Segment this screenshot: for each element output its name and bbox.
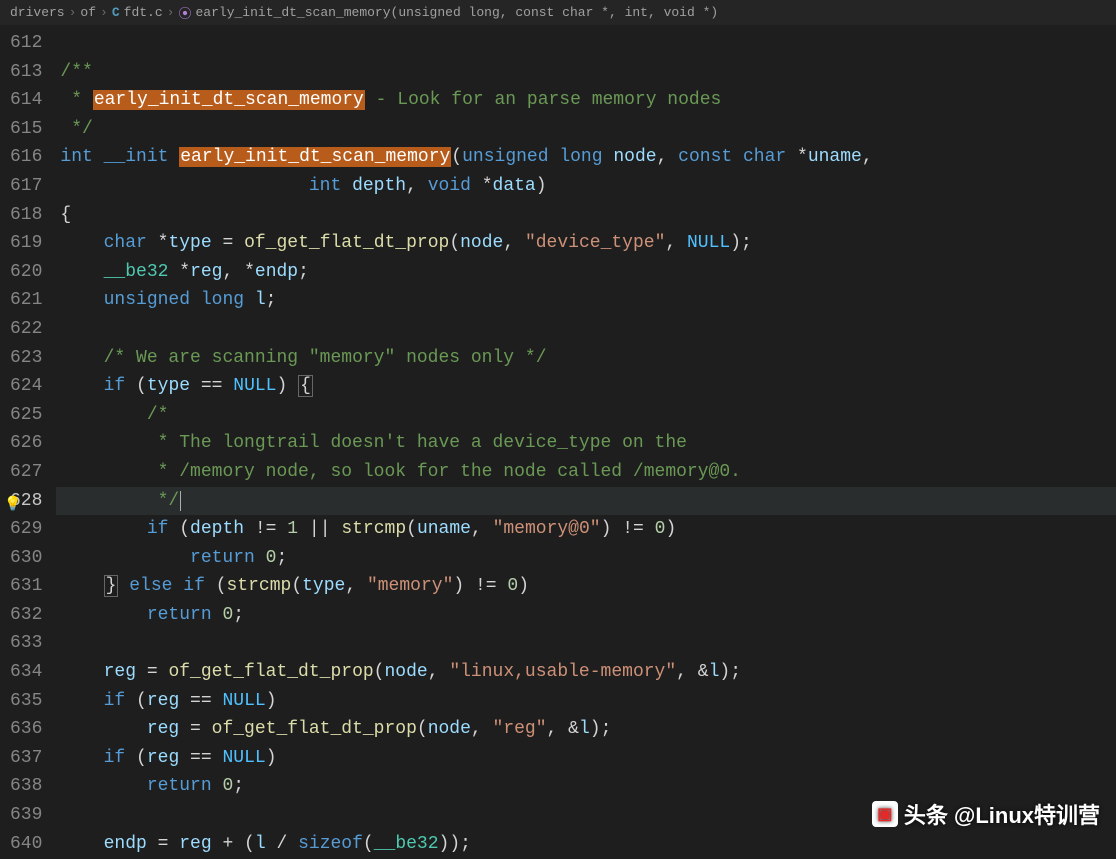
function-icon: ⦿: [178, 3, 191, 22]
breadcrumb-separator: ›: [69, 5, 77, 20]
code-line[interactable]: /**: [56, 58, 1116, 87]
code-line[interactable]: [56, 29, 1116, 58]
code-line[interactable]: [56, 629, 1116, 658]
code-line[interactable]: * The longtrail doesn't have a device_ty…: [56, 429, 1116, 458]
breadcrumb-file[interactable]: fdt.c: [124, 5, 163, 20]
code-line[interactable]: char *type = of_get_flat_dt_prop(node, "…: [56, 229, 1116, 258]
line-number[interactable]: 617: [10, 172, 42, 201]
line-number[interactable]: 621: [10, 286, 42, 315]
line-number[interactable]: 626: [10, 429, 42, 458]
line-number[interactable]: 631: [10, 572, 42, 601]
line-number[interactable]: 633: [10, 629, 42, 658]
code-line[interactable]: * early_init_dt_scan_memory - Look for a…: [56, 86, 1116, 115]
code-line[interactable]: reg = of_get_flat_dt_prop(node, "linux,u…: [56, 658, 1116, 687]
line-number[interactable]: 619: [10, 229, 42, 258]
line-number[interactable]: 624: [10, 372, 42, 401]
code-line[interactable]: reg = of_get_flat_dt_prop(node, "reg", &…: [56, 715, 1116, 744]
code-line[interactable]: int depth, void *data): [56, 172, 1116, 201]
line-number[interactable]: 612: [10, 29, 42, 58]
code-line[interactable]: } else if (strcmp(type, "memory") != 0): [56, 572, 1116, 601]
line-number[interactable]: 634: [10, 658, 42, 687]
line-number[interactable]: 614: [10, 86, 42, 115]
breadcrumb-folder[interactable]: of: [80, 5, 96, 20]
line-number[interactable]: 637: [10, 744, 42, 773]
line-number[interactable]: 627: [10, 458, 42, 487]
line-number[interactable]: 635: [10, 687, 42, 716]
code-area[interactable]: /** * early_init_dt_scan_memory - Look f…: [56, 25, 1116, 859]
line-number[interactable]: 615: [10, 115, 42, 144]
line-number[interactable]: 630: [10, 544, 42, 573]
line-number[interactable]: 620: [10, 258, 42, 287]
watermark: ▣ 头条 @Linux特训营: [872, 798, 1100, 830]
code-line[interactable]: return 0;: [56, 544, 1116, 573]
code-line[interactable]: /*: [56, 401, 1116, 430]
line-number[interactable]: 613: [10, 58, 42, 87]
line-number[interactable]: 618: [10, 201, 42, 230]
code-line[interactable]: */: [56, 115, 1116, 144]
code-line[interactable]: return 0;: [56, 601, 1116, 630]
line-number[interactable]: 629: [10, 515, 42, 544]
line-number[interactable]: 640: [10, 830, 42, 859]
code-line[interactable]: endp = reg + (l / sizeof(__be32));: [56, 830, 1116, 859]
line-number[interactable]: 638: [10, 772, 42, 801]
code-line[interactable]: * /memory node, so look for the node cal…: [56, 458, 1116, 487]
breadcrumb[interactable]: drivers › of › C fdt.c › ⦿ early_init_dt…: [0, 0, 1116, 25]
line-number[interactable]: 625: [10, 401, 42, 430]
breadcrumb-separator: ›: [100, 5, 108, 20]
code-line[interactable]: /* We are scanning "memory" nodes only *…: [56, 344, 1116, 373]
code-line[interactable]: if (reg == NULL): [56, 744, 1116, 773]
line-number[interactable]: 639: [10, 801, 42, 830]
code-line[interactable]: return 0;: [56, 772, 1116, 801]
toutiao-logo-icon: ▣: [872, 801, 898, 827]
c-file-icon: C: [112, 5, 120, 20]
code-line[interactable]: */: [56, 487, 1116, 516]
line-number[interactable]: 623: [10, 344, 42, 373]
line-number[interactable]: 622: [10, 315, 42, 344]
line-number[interactable]: 616: [10, 143, 42, 172]
breadcrumb-separator: ›: [167, 5, 175, 20]
line-number[interactable]: 632: [10, 601, 42, 630]
code-line[interactable]: {: [56, 201, 1116, 230]
code-line[interactable]: if (reg == NULL): [56, 687, 1116, 716]
code-line[interactable]: unsigned long l;: [56, 286, 1116, 315]
line-number-gutter[interactable]: 6126136146156166176186196206216226236246…: [0, 25, 56, 859]
line-number[interactable]: 628💡: [10, 487, 42, 516]
code-line[interactable]: if (depth != 1 || strcmp(uname, "memory@…: [56, 515, 1116, 544]
code-line[interactable]: if (type == NULL) {: [56, 372, 1116, 401]
breadcrumb-folder[interactable]: drivers: [10, 5, 65, 20]
watermark-text1: 头条: [904, 798, 948, 830]
watermark-text2: @Linux特训营: [954, 798, 1100, 830]
code-editor[interactable]: 6126136146156166176186196206216226236246…: [0, 25, 1116, 859]
code-line[interactable]: int __init early_init_dt_scan_memory(uns…: [56, 143, 1116, 172]
code-line[interactable]: [56, 315, 1116, 344]
breadcrumb-function[interactable]: early_init_dt_scan_memory(unsigned long,…: [196, 5, 719, 20]
line-number[interactable]: 636: [10, 715, 42, 744]
code-line[interactable]: __be32 *reg, *endp;: [56, 258, 1116, 287]
